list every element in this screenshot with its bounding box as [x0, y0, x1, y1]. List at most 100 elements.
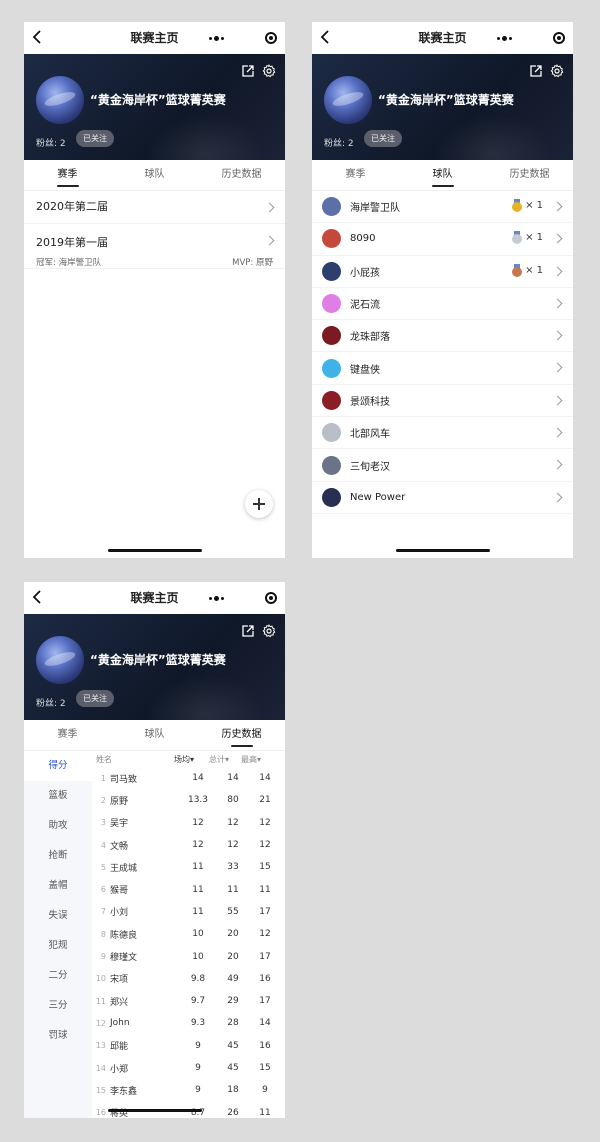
team-avatar — [322, 455, 341, 475]
stat-category-item[interactable]: 罚球 — [24, 1021, 92, 1051]
season-item[interactable]: 2019年第一届 冠军: 海岸警卫队 MVP: 原野 — [24, 224, 285, 269]
team-row[interactable]: 8090 × 1 — [312, 223, 573, 256]
table-row[interactable]: 3 吴宇 12 12 12 — [92, 812, 285, 834]
max-value: 9 — [262, 1085, 268, 1096]
gear-icon[interactable] — [262, 624, 276, 638]
table-row[interactable]: 12 John 9.3 28 14 — [92, 1012, 285, 1034]
team-row[interactable]: 小屁孩 × 1 — [312, 256, 573, 288]
stat-category-item[interactable]: 二分 — [24, 961, 92, 991]
stat-category-item[interactable]: 犯规 — [24, 931, 92, 961]
table-row[interactable]: 5 王成城 11 33 15 — [92, 856, 285, 878]
table-row[interactable]: 13 邱能 9 45 16 — [92, 1035, 285, 1057]
max-value: 11 — [259, 884, 271, 895]
team-row[interactable]: 键盘侠 — [312, 352, 573, 385]
stat-category-item[interactable]: 盖帽 — [24, 871, 92, 901]
chevron-right-icon — [552, 363, 563, 373]
table-row[interactable]: 8 陈德良 10 20 12 — [92, 923, 285, 945]
tab-team[interactable]: 球队 — [111, 720, 198, 750]
total-value: 33 — [227, 862, 239, 873]
team-row[interactable]: 景颂科技 — [312, 385, 573, 418]
player-name: 猴哥 — [110, 886, 129, 897]
player-name: 邱能 — [110, 1042, 129, 1053]
team-row[interactable]: 三旬老汉 — [312, 449, 573, 482]
league-home-screen-teams: 联赛主页 “黄金海岸杯”篮球菁英赛 粉丝: 2 已关注 赛季 球队 历史数据 海岸警… — [312, 22, 573, 558]
table-row[interactable]: 7 小刘 11 55 17 — [92, 901, 285, 923]
share-icon[interactable] — [241, 64, 255, 78]
stat-category-item[interactable]: 得分 — [24, 751, 92, 781]
player-name: 陈德良 — [110, 930, 138, 941]
team-row[interactable]: 泥石流 — [312, 288, 573, 321]
player-name: 文畅 — [110, 841, 129, 852]
tab-team[interactable]: 球队 — [111, 160, 198, 190]
col-total-header[interactable]: 总计▾ — [202, 754, 236, 765]
close-target-icon[interactable] — [265, 32, 277, 44]
tab-history[interactable]: 历史数据 — [198, 160, 285, 190]
rank: 4 — [100, 840, 106, 850]
col-avg-header[interactable]: 场均▾ — [166, 754, 202, 765]
silver-medal-icon — [512, 231, 523, 245]
stat-category-item[interactable]: 失误 — [24, 901, 92, 931]
team-row[interactable]: 龙珠部落 — [312, 320, 573, 353]
nav-bar: 联赛主页 — [24, 582, 285, 614]
table-row[interactable]: 1 司马致 14 14 14 — [92, 767, 285, 789]
more-dots-icon[interactable] — [203, 31, 229, 45]
season-item[interactable]: 2020年第二届 — [24, 191, 285, 224]
total-value: 18 — [227, 1085, 239, 1096]
stat-category-item[interactable]: 助攻 — [24, 811, 92, 841]
table-row[interactable]: 14 小郑 9 45 15 — [92, 1057, 285, 1079]
add-button[interactable] — [245, 490, 273, 518]
stat-category-item[interactable]: 抢断 — [24, 841, 92, 871]
total-value: 45 — [227, 1063, 239, 1073]
stat-category-item[interactable]: 三分 — [24, 991, 92, 1021]
rank: 6 — [100, 885, 106, 895]
share-icon[interactable] — [529, 64, 543, 78]
table-row[interactable]: 2 原野 13.3 80 21 — [92, 789, 285, 811]
tab-season[interactable]: 赛季 — [24, 720, 111, 750]
total-value: 28 — [227, 1018, 239, 1029]
tab-season[interactable]: 赛季 — [312, 160, 399, 190]
follow-button[interactable]: 已关注 — [76, 690, 114, 707]
avg-value: 9 — [195, 1040, 201, 1051]
tab-history[interactable]: 历史数据 — [198, 720, 285, 750]
close-target-icon[interactable] — [553, 32, 565, 44]
chevron-right-icon — [552, 395, 563, 406]
gear-icon[interactable] — [262, 64, 276, 78]
follow-button[interactable]: 已关注 — [76, 130, 114, 147]
table-row[interactable]: 9 穆瑾文 10 20 17 — [92, 945, 285, 967]
gear-icon[interactable] — [550, 64, 564, 78]
table-row[interactable]: 11 郑兴 9.7 29 17 — [92, 990, 285, 1012]
table-row[interactable]: 6 猴哥 11 11 11 — [92, 878, 285, 900]
tab-season[interactable]: 赛季 — [24, 160, 111, 190]
more-dots-icon[interactable] — [491, 31, 517, 45]
avg-value: 14 — [192, 773, 204, 784]
avg-value: 10 — [192, 929, 204, 940]
fans-count: 粉丝: 2 — [324, 139, 354, 149]
chevron-right-icon — [552, 427, 563, 438]
max-value: 14 — [259, 1018, 271, 1029]
table-row[interactable]: 10 宋项 9.8 49 16 — [92, 968, 285, 990]
follow-button[interactable]: 已关注 — [364, 130, 402, 147]
tab-history[interactable]: 历史数据 — [486, 160, 573, 190]
team-row[interactable]: 海岸警卫队 × 1 — [312, 191, 573, 224]
more-dots-icon[interactable] — [203, 591, 229, 605]
season-name: 2020年第二届 — [36, 200, 108, 213]
tab-team[interactable]: 球队 — [399, 160, 486, 190]
col-name-header: 姓名 — [96, 754, 112, 764]
share-icon[interactable] — [241, 624, 255, 638]
rank: 2 — [100, 795, 106, 805]
team-row[interactable]: New Power — [312, 482, 573, 514]
max-value: 12 — [259, 929, 271, 940]
col-max-header[interactable]: 最高▾ — [236, 754, 266, 765]
avg-value: 12 — [192, 840, 204, 851]
avg-value: 13.3 — [187, 795, 209, 806]
close-target-icon[interactable] — [265, 592, 277, 604]
team-row[interactable]: 北部风车 — [312, 417, 573, 450]
total-value: 20 — [227, 951, 239, 962]
rank: 3 — [100, 818, 106, 828]
stat-category-item[interactable]: 篮板 — [24, 781, 92, 811]
total-value: 29 — [227, 996, 239, 1007]
chevron-right-icon — [552, 330, 563, 341]
table-row[interactable]: 4 文畅 12 12 12 — [92, 834, 285, 856]
table-row[interactable]: 15 李东鑫 9 18 9 — [92, 1079, 285, 1101]
team-avatar — [322, 294, 341, 314]
